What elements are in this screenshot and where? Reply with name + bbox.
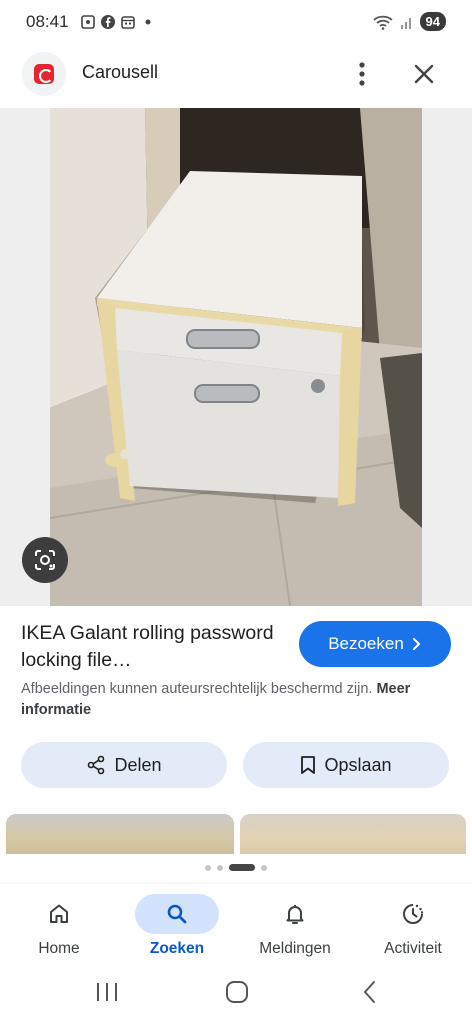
nav-search-label: Zoeken xyxy=(149,940,205,957)
nav-search-icon-wrap xyxy=(135,894,219,934)
visit-button-label: Bezoeken xyxy=(328,634,404,653)
home-icon xyxy=(50,904,68,923)
source-title[interactable]: Carousell xyxy=(82,62,158,83)
calendar-icon xyxy=(121,16,135,29)
carousell-logo-icon xyxy=(34,64,54,84)
nav-activity[interactable]: Activiteit xyxy=(354,894,472,964)
share-button[interactable]: Delen xyxy=(21,742,227,788)
bell-icon xyxy=(286,905,304,924)
nav-activity-label: Activiteit xyxy=(384,940,442,957)
close-icon[interactable] xyxy=(408,58,440,90)
pager-dots xyxy=(0,864,472,871)
status-right: 94 xyxy=(372,12,446,31)
product-photo[interactable] xyxy=(50,108,422,606)
chevron-right-icon xyxy=(412,638,421,650)
pager-dot xyxy=(205,864,211,871)
wifi-icon xyxy=(372,15,393,30)
nav-notifications-label: Meldingen xyxy=(259,940,331,957)
status-bar: 08:41 94 xyxy=(0,0,472,48)
nav-notifications-icon-wrap xyxy=(253,894,337,934)
activity-icon xyxy=(403,904,424,924)
result-title[interactable]: IKEA Galant rolling password locking fil… xyxy=(21,620,291,674)
battery-indicator: 94 xyxy=(419,12,446,31)
share-button-label: Delen xyxy=(114,754,162,775)
search-icon xyxy=(167,904,187,924)
lens-icon xyxy=(35,550,55,570)
status-time: 08:41 xyxy=(26,12,69,31)
more-options-icon[interactable] xyxy=(348,58,376,90)
save-button-label: Opslaan xyxy=(324,754,392,775)
image-viewer xyxy=(0,108,472,606)
bookmark-icon xyxy=(301,756,316,774)
pager-dot xyxy=(261,864,267,871)
bottom-navigation: Home Zoeken Meldingen Activiteit xyxy=(0,884,472,974)
related-images xyxy=(0,814,472,854)
nav-home-icon-wrap xyxy=(17,894,101,934)
nav-search[interactable]: Zoeken xyxy=(118,894,236,964)
screenshot-icon xyxy=(81,15,95,29)
nav-notifications[interactable]: Meldingen xyxy=(236,894,354,964)
pager-dot-active xyxy=(229,864,255,871)
copyright-notice: Afbeeldingen kunnen auteursrechtelijk be… xyxy=(21,679,451,721)
save-button[interactable]: Opslaan xyxy=(243,742,449,788)
share-icon xyxy=(88,755,105,775)
signal-icon xyxy=(400,17,411,29)
home-button-icon[interactable] xyxy=(224,979,250,1005)
google-lens-button[interactable] xyxy=(22,537,68,583)
carousell-logo xyxy=(22,52,66,96)
app-bar: Carousell xyxy=(0,48,472,104)
pager-dot xyxy=(217,864,223,871)
more-notifications-icon xyxy=(145,19,151,25)
related-image-2[interactable] xyxy=(240,814,466,854)
copyright-notice-text: Afbeeldingen kunnen auteursrechtelijk be… xyxy=(21,681,373,697)
nav-activity-icon-wrap xyxy=(371,894,455,934)
back-icon[interactable] xyxy=(360,979,380,1005)
recent-apps-icon[interactable] xyxy=(94,980,120,1004)
facebook-icon xyxy=(101,15,115,29)
system-navigation-bar xyxy=(0,974,472,1024)
nav-home-label: Home xyxy=(38,940,80,957)
nav-home[interactable]: Home xyxy=(0,894,118,964)
related-image-1[interactable] xyxy=(6,814,234,854)
notification-icons xyxy=(80,14,156,30)
visit-button[interactable]: Bezoeken xyxy=(299,621,451,667)
